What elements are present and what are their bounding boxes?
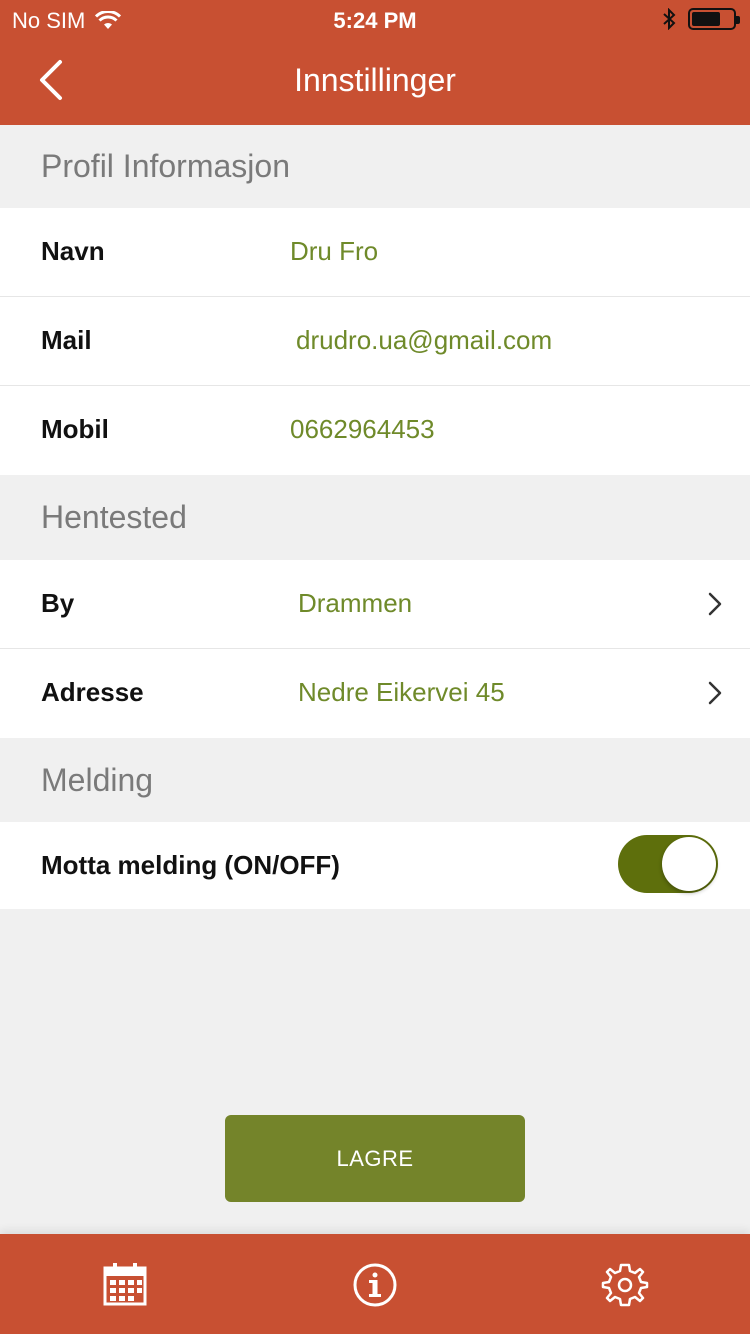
notifications-toggle[interactable] bbox=[618, 835, 718, 893]
section-header-pickup: Hentested bbox=[0, 475, 750, 560]
status-time: 5:24 PM bbox=[333, 8, 417, 33]
chevron-right-icon bbox=[708, 592, 722, 616]
status-right bbox=[662, 8, 740, 30]
row-mobile[interactable]: Mobil 0662964453 bbox=[0, 386, 750, 475]
row-notifications: Motta melding (ON/OFF) bbox=[0, 822, 750, 909]
row-address[interactable]: Adresse Nedre Eikervei 45 bbox=[0, 649, 750, 738]
info-icon bbox=[353, 1263, 397, 1307]
bluetooth-icon bbox=[663, 8, 676, 30]
tab-bar bbox=[0, 1234, 750, 1334]
mobile-value[interactable]: 0662964453 bbox=[290, 414, 435, 445]
chevron-right-icon bbox=[708, 681, 722, 705]
row-city[interactable]: By Drammen bbox=[0, 560, 750, 649]
notifications-label: Motta melding (ON/OFF) bbox=[41, 850, 340, 880]
save-button[interactable]: LAGRE bbox=[225, 1115, 525, 1202]
tab-info[interactable] bbox=[350, 1260, 400, 1310]
navigation-header: No SIM 5:24 PM Innstillinger bbox=[0, 0, 750, 125]
row-label: By bbox=[41, 588, 75, 618]
page-title: Innstillinger bbox=[294, 62, 456, 98]
tab-calendar[interactable] bbox=[100, 1260, 150, 1310]
row-label: Adresse bbox=[41, 677, 144, 707]
row-label: Mail bbox=[41, 325, 92, 355]
row-label: Mobil bbox=[41, 414, 109, 444]
gear-icon bbox=[601, 1263, 649, 1307]
tab-settings[interactable] bbox=[600, 1260, 650, 1310]
name-value[interactable]: Dru Fro bbox=[290, 236, 378, 267]
status-bar: No SIM 5:24 PM bbox=[0, 0, 750, 40]
mail-value[interactable]: drudro.ua@gmail.com bbox=[296, 325, 552, 356]
toggle-knob bbox=[662, 837, 716, 891]
city-value: Drammen bbox=[298, 588, 413, 618]
section-header-profile: Profil Informasjon bbox=[0, 125, 750, 208]
row-label: Navn bbox=[41, 236, 105, 266]
calendar-icon bbox=[103, 1263, 147, 1306]
battery-icon bbox=[688, 8, 740, 30]
row-mail[interactable]: Mail drudro.ua@gmail.com bbox=[0, 297, 750, 386]
address-value: Nedre Eikervei 45 bbox=[298, 677, 505, 707]
section-header-message: Melding bbox=[0, 738, 750, 822]
row-name[interactable]: Navn Dru Fro bbox=[0, 208, 750, 297]
